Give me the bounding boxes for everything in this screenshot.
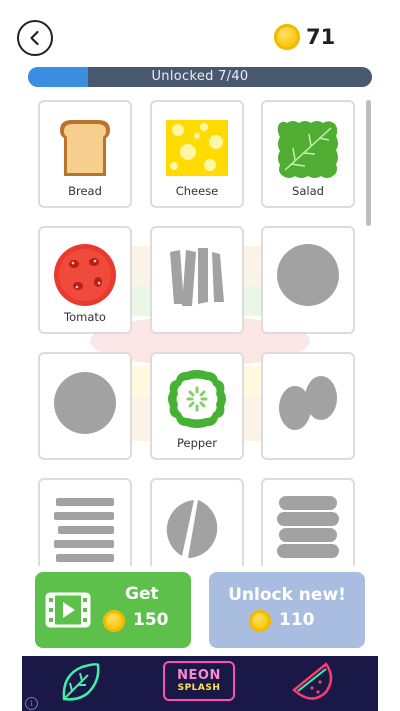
ad-logo-bottom: SPLASH [177, 682, 221, 693]
chevron-left-icon [30, 30, 39, 46]
salad-icon [277, 121, 338, 178]
locked-strips-icon [54, 498, 114, 562]
coin-icon [103, 610, 125, 632]
ingredient-card-locked[interactable] [261, 226, 355, 334]
cheese-icon [166, 120, 228, 176]
unlock-progress-bar: Unlocked 7/40 [28, 67, 372, 87]
ingredient-card-locked[interactable] [261, 478, 355, 566]
ingredient-card-tomato[interactable]: Tomato [38, 226, 132, 334]
ad-logo-top: NEON [177, 667, 221, 683]
ingredient-label: Salad [292, 184, 324, 198]
ad-info-icon[interactable]: i [25, 697, 38, 710]
watermelon-icon [292, 662, 333, 700]
ingredient-card-locked[interactable] [150, 226, 244, 334]
grid-scrollbar[interactable] [366, 100, 371, 226]
bread-icon [60, 120, 110, 176]
back-button[interactable] [17, 20, 53, 56]
ingredient-label: Tomato [64, 310, 106, 324]
video-icon [45, 592, 91, 628]
ingredient-label: Bread [68, 184, 102, 198]
pepper-icon [168, 370, 226, 428]
coin-count: 71 [306, 25, 336, 49]
locked-circle-icon [54, 372, 116, 434]
progress-label: Unlocked 7/40 [151, 69, 249, 84]
get-button-price: 150 [133, 610, 169, 630]
locked-split-circle-icon [166, 500, 218, 558]
tomato-icon [54, 244, 116, 306]
ingredient-card-salad[interactable]: Salad [261, 100, 355, 208]
locked-stack-icon [277, 496, 339, 558]
coin-icon [249, 610, 271, 632]
ingredient-card-locked[interactable] [261, 352, 355, 460]
coin-icon [274, 24, 300, 50]
ingredient-card-pepper[interactable]: Pepper [150, 352, 244, 460]
ad-banner[interactable]: NEON SPLASH [22, 656, 378, 711]
ingredient-grid[interactable]: Bread Cheese Salad Tomato Pepper [0, 96, 400, 566]
ingredient-label: Pepper [176, 436, 217, 450]
ingredient-card-locked[interactable] [38, 352, 132, 460]
unlock-button-price: 110 [279, 610, 315, 630]
get-button-title: Get [125, 584, 159, 604]
coin-balance: 71 [274, 24, 335, 50]
unlock-button-title: Unlock new! [228, 585, 346, 605]
locked-ovals-icon [279, 376, 337, 430]
neon-splash-logo: NEON SPLASH [163, 661, 235, 701]
ingredient-card-locked[interactable] [150, 478, 244, 566]
locked-circle-icon [277, 244, 339, 306]
locked-slices-icon [170, 248, 224, 306]
ingredient-card-bread[interactable]: Bread [38, 100, 132, 208]
ingredient-label: Cheese [175, 184, 219, 198]
get-coins-video-button[interactable]: Get 150 [35, 572, 191, 648]
ingredient-card-cheese[interactable]: Cheese [150, 100, 244, 208]
ingredient-card-locked[interactable] [38, 478, 132, 566]
leaf-icon [62, 663, 100, 701]
unlock-new-button[interactable]: Unlock new! 110 [209, 572, 365, 648]
